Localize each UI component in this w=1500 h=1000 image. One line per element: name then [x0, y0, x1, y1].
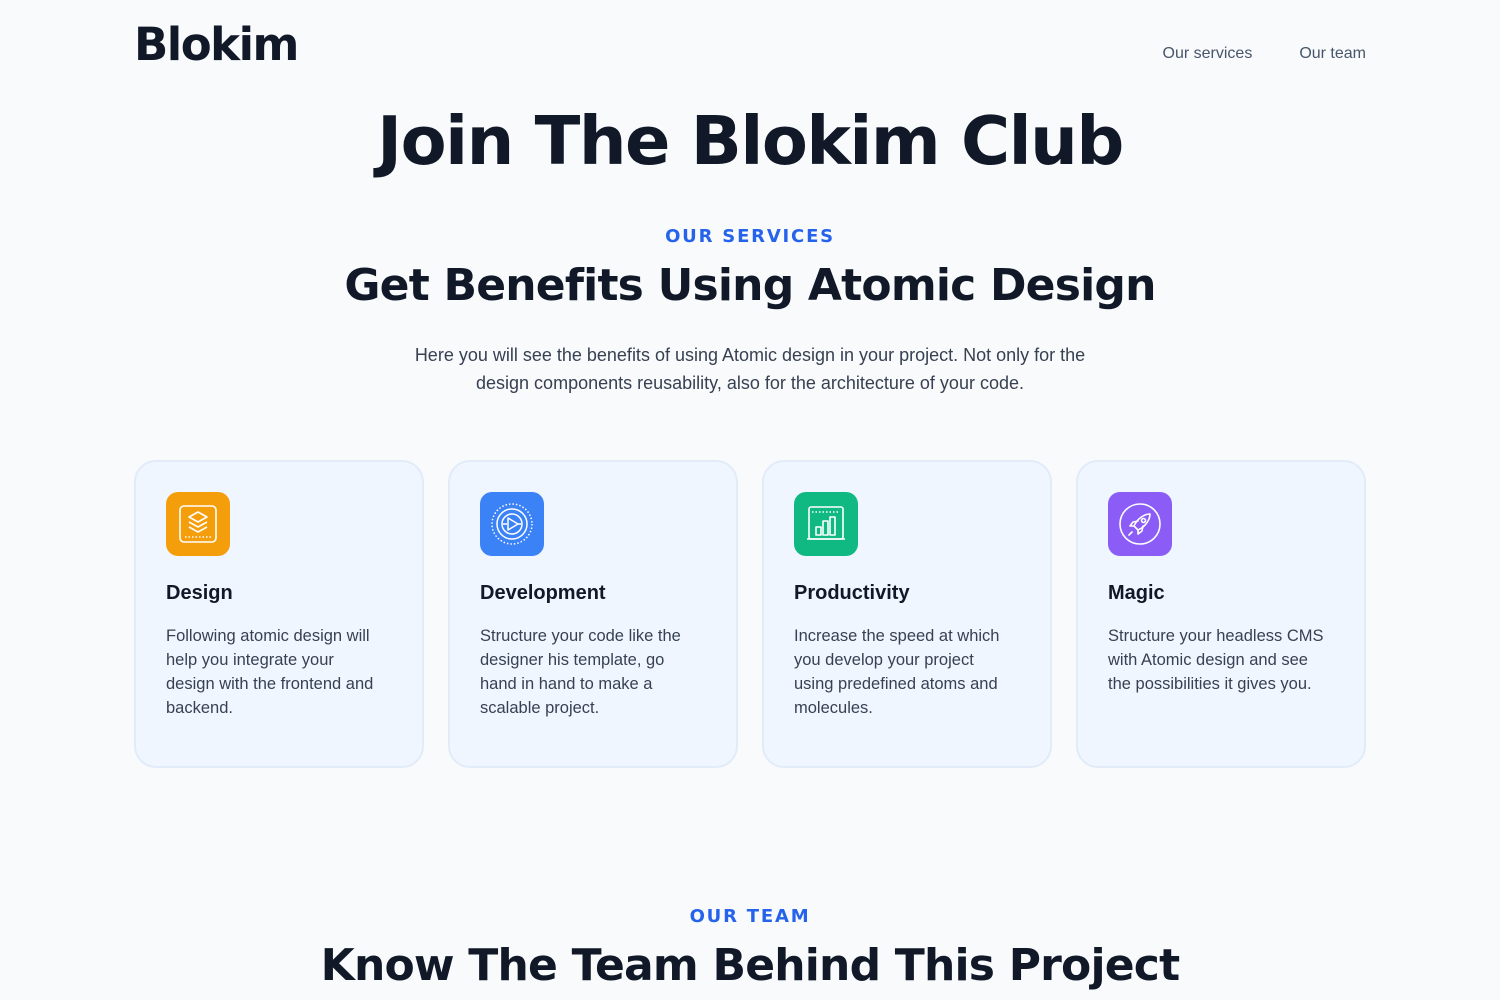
- service-card-title: Magic: [1108, 582, 1165, 604]
- team-eyebrow: OUR TEAM: [689, 906, 811, 927]
- layers-icon: [166, 492, 230, 556]
- services-eyebrow: OUR SERVICES: [665, 226, 835, 247]
- services-title: Get Benefits Using Atomic Design: [344, 260, 1156, 311]
- rocket-icon: [1108, 492, 1172, 556]
- service-card-text: Increase the speed at which you develop …: [794, 627, 1000, 717]
- services-description: Here you will see the benefits of using …: [414, 345, 1086, 393]
- service-card-text: Following atomic design will help you in…: [166, 627, 374, 717]
- bar-chart-icon: [794, 492, 858, 556]
- hero-title: Join The Blokim Club: [377, 102, 1124, 180]
- nav-link-our-services[interactable]: Our services: [1163, 45, 1253, 63]
- services-cards: Design Following atomic design will help…: [134, 460, 1366, 768]
- service-card-title: Development: [480, 582, 606, 604]
- service-card-design: Design Following atomic design will help…: [134, 460, 424, 768]
- main-nav: Our services Our team: [1163, 45, 1366, 63]
- site-logo[interactable]: Blokim: [134, 18, 299, 71]
- service-card-text: Structure your code like the designer hi…: [480, 627, 681, 717]
- nav-link-our-team[interactable]: Our team: [1299, 45, 1366, 63]
- target-icon: [480, 492, 544, 556]
- site-header: Blokim Our services Our team: [0, 0, 1500, 100]
- service-card-magic: Magic Structure your headless CMS with A…: [1076, 460, 1366, 768]
- service-card-productivity: Productivity Increase the speed at which…: [762, 460, 1052, 768]
- team-title: Know The Team Behind This Project: [320, 940, 1180, 991]
- service-card-title: Design: [166, 582, 233, 604]
- service-card-title: Productivity: [794, 582, 910, 604]
- service-card-text: Structure your headless CMS with Atomic …: [1108, 627, 1324, 693]
- service-card-development: Development Structure your code like the…: [448, 460, 738, 768]
